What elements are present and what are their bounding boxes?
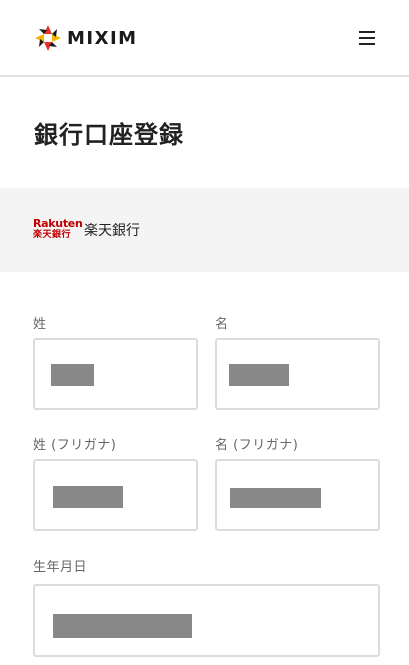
hamburger-menu-icon[interactable] <box>355 27 379 49</box>
bank-name: 楽天銀行 <box>84 223 140 239</box>
menu-line <box>359 43 375 45</box>
rakuten-bank-logo: Rakuten 楽天銀行 <box>33 217 83 241</box>
bank-logo-ja: 楽天銀行 <box>33 230 72 240</box>
last-name-label: 姓 <box>33 317 47 332</box>
mixim-logo[interactable]: MIXIM <box>34 24 138 52</box>
selected-bank-row: Rakuten 楽天銀行 楽天銀行 <box>0 188 409 272</box>
birth-date-input[interactable] <box>33 584 380 657</box>
menu-line <box>359 37 375 39</box>
bank-logo-en: Rakuten <box>33 217 83 230</box>
first-name-input[interactable] <box>215 338 380 410</box>
first-name-kana-label: 名 (フリガナ) <box>215 438 299 453</box>
last-name-kana-input[interactable] <box>33 459 198 531</box>
first-name-label: 名 <box>215 317 229 332</box>
mixim-logo-mark-icon <box>35 25 61 51</box>
redacted-value <box>51 364 94 386</box>
last-name-kana-label: 姓 (フリガナ) <box>33 438 117 453</box>
redacted-value <box>53 614 192 638</box>
menu-line <box>359 31 375 33</box>
last-name-input[interactable] <box>33 338 198 410</box>
first-name-kana-input[interactable] <box>215 459 380 531</box>
logo-text: MIXIM <box>67 27 138 49</box>
birth-date-label: 生年月日 <box>33 560 88 575</box>
site-header: MIXIM <box>0 0 409 77</box>
redacted-value <box>229 364 289 386</box>
page-title: 銀行口座登録 <box>34 121 184 149</box>
redacted-value <box>53 486 123 508</box>
redacted-value <box>230 488 321 508</box>
